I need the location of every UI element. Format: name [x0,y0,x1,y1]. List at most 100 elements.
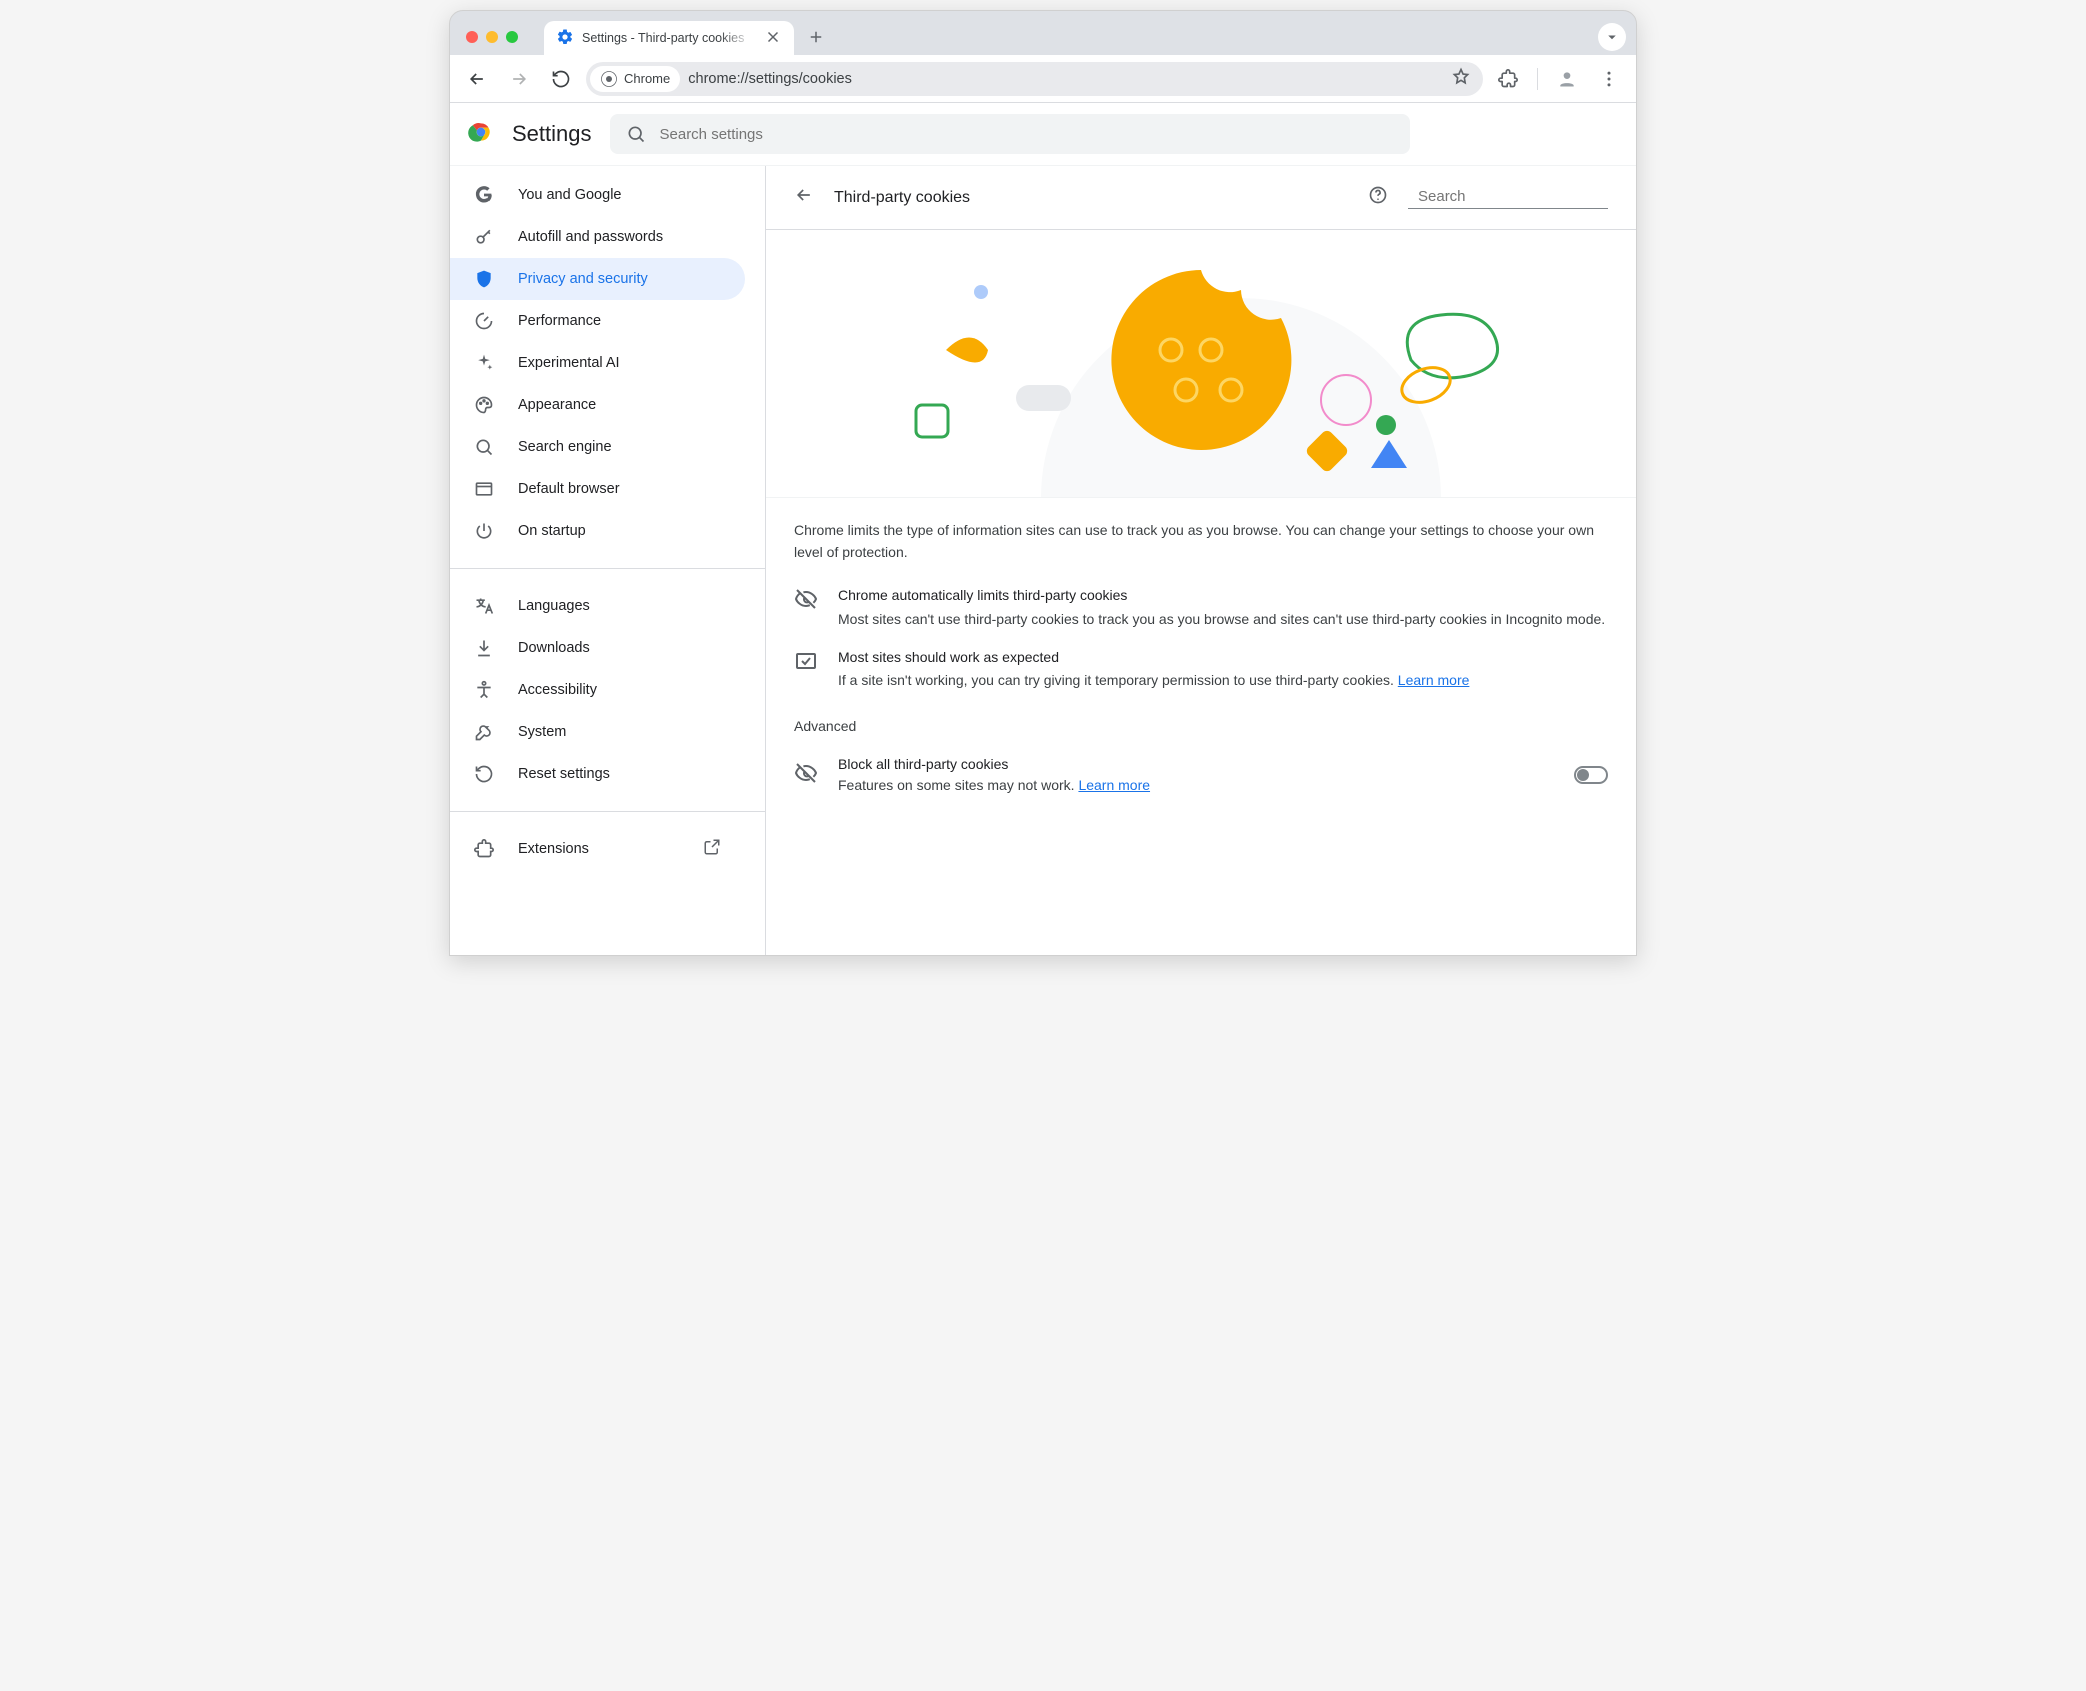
tab-overflow-button[interactable] [1598,23,1626,51]
sidebar-divider [450,811,765,812]
menu-button[interactable] [1592,62,1626,96]
page-search-input[interactable] [1416,187,1619,206]
address-bar[interactable]: Chrome chrome://settings/cookies [586,62,1483,96]
puzzle-icon [474,839,494,859]
sidebar-item-label: Privacy and security [518,271,648,287]
info1-body: Most sites can't use third-party cookies… [838,611,1605,627]
info-row-sites-work: Most sites should work as expected If a … [766,639,1636,700]
intro-text: Chrome limits the type of information si… [794,520,1608,563]
close-window-button[interactable] [466,31,478,43]
sidebar-item-privacy-security[interactable]: Privacy and security [450,258,745,300]
sidebar-item-default-browser[interactable]: Default browser [450,468,745,510]
learn-more-link[interactable]: Learn more [1078,777,1150,793]
back-arrow-button[interactable] [794,185,814,210]
app-header: Settings [450,103,1636,165]
sidebar-item-label: Languages [518,598,590,614]
help-button[interactable] [1368,185,1388,210]
browser-window: Settings - Third-party cookies [449,10,1637,956]
hero-illustration [766,230,1636,498]
reset-icon [474,764,494,784]
learn-more-link[interactable]: Learn more [1398,672,1470,688]
block-all-title: Block all third-party cookies [838,754,1554,775]
tab-strip: Settings - Third-party cookies [450,11,1636,55]
sidebar-item-you-and-google[interactable]: You and Google [450,174,745,216]
checkbox-icon [794,649,818,678]
gear-icon [556,28,574,49]
sparkle-icon [474,353,494,373]
tab-title: Settings - Third-party cookies [582,31,754,45]
toolbar-separator [1537,68,1538,90]
sidebar-divider [450,568,765,569]
info-row-limit-cookies: Chrome automatically limits third-party … [766,577,1636,638]
sidebar-item-autofill[interactable]: Autofill and passwords [450,216,745,258]
page-header: Third-party cookies [766,166,1636,230]
accessibility-icon [474,680,494,700]
shield-icon [474,269,494,289]
palette-icon [474,395,494,415]
browser-tab[interactable]: Settings - Third-party cookies [544,21,794,55]
sidebar-item-accessibility[interactable]: Accessibility [450,669,745,711]
intro-section: Chrome limits the type of information si… [766,498,1636,563]
power-icon [474,521,494,541]
page-title: Third-party cookies [834,189,1348,207]
site-chip-label: Chrome [624,71,670,86]
forward-button[interactable] [502,62,536,96]
sidebar-item-label: Extensions [518,841,589,857]
setting-block-all-cookies: Block all third-party cookies Features o… [766,740,1636,810]
search-icon [626,124,646,144]
window-controls [466,31,518,43]
sidebar-item-label: Experimental AI [518,355,620,371]
sidebar-item-label: Search engine [518,439,612,455]
search-icon [474,437,494,457]
sidebar-item-experimental-ai[interactable]: Experimental AI [450,342,745,384]
close-tab-button[interactable] [762,26,784,50]
minimize-window-button[interactable] [486,31,498,43]
main-panel: Third-party cookies [766,166,1636,955]
key-icon [474,227,494,247]
info1-title: Chrome automatically limits third-party … [838,585,1608,607]
info2-body: If a site isn't working, you can try giv… [838,672,1394,688]
back-button[interactable] [460,62,494,96]
sidebar-item-label: You and Google [518,187,621,203]
sidebar-item-reset-settings[interactable]: Reset settings [450,753,745,795]
chrome-logo-icon [468,119,494,150]
bookmark-button[interactable] [1443,67,1479,91]
sidebar-item-performance[interactable]: Performance [450,300,745,342]
block-all-body: Features on some sites may not work. [838,777,1078,793]
reload-button[interactable] [544,62,578,96]
sidebar-item-downloads[interactable]: Downloads [450,627,745,669]
open-in-new-icon [703,838,721,860]
sidebar-item-label: Autofill and passwords [518,229,663,245]
google-g-icon [474,185,494,205]
advanced-heading: Advanced [766,700,1636,740]
sidebar-item-label: Default browser [518,481,620,497]
sidebar-item-system[interactable]: System [450,711,745,753]
sidebar-item-search-engine[interactable]: Search engine [450,426,745,468]
eye-off-icon [794,761,818,790]
app-title: Settings [512,121,592,147]
speedometer-icon [474,311,494,331]
sidebar: You and Google Autofill and passwords Pr… [450,166,766,955]
maximize-window-button[interactable] [506,31,518,43]
page-search[interactable] [1408,187,1608,209]
sidebar-item-label: Downloads [518,640,590,656]
download-icon [474,638,494,658]
sidebar-item-extensions[interactable]: Extensions [450,828,745,870]
sidebar-item-languages[interactable]: Languages [450,585,745,627]
extensions-button[interactable] [1491,62,1525,96]
sidebar-item-label: Performance [518,313,601,329]
sidebar-item-label: Reset settings [518,766,610,782]
sidebar-item-label: System [518,724,566,740]
chrome-icon [600,70,618,88]
wrench-icon [474,722,494,742]
new-tab-button[interactable] [802,23,830,51]
eye-off-icon [794,587,818,616]
global-search-input[interactable] [658,125,1394,144]
sidebar-item-on-startup[interactable]: On startup [450,510,745,552]
profile-button[interactable] [1550,62,1584,96]
sidebar-item-appearance[interactable]: Appearance [450,384,745,426]
block-all-toggle[interactable] [1574,766,1608,784]
global-search[interactable] [610,114,1410,154]
window-icon [474,479,494,499]
site-chip[interactable]: Chrome [590,66,680,92]
